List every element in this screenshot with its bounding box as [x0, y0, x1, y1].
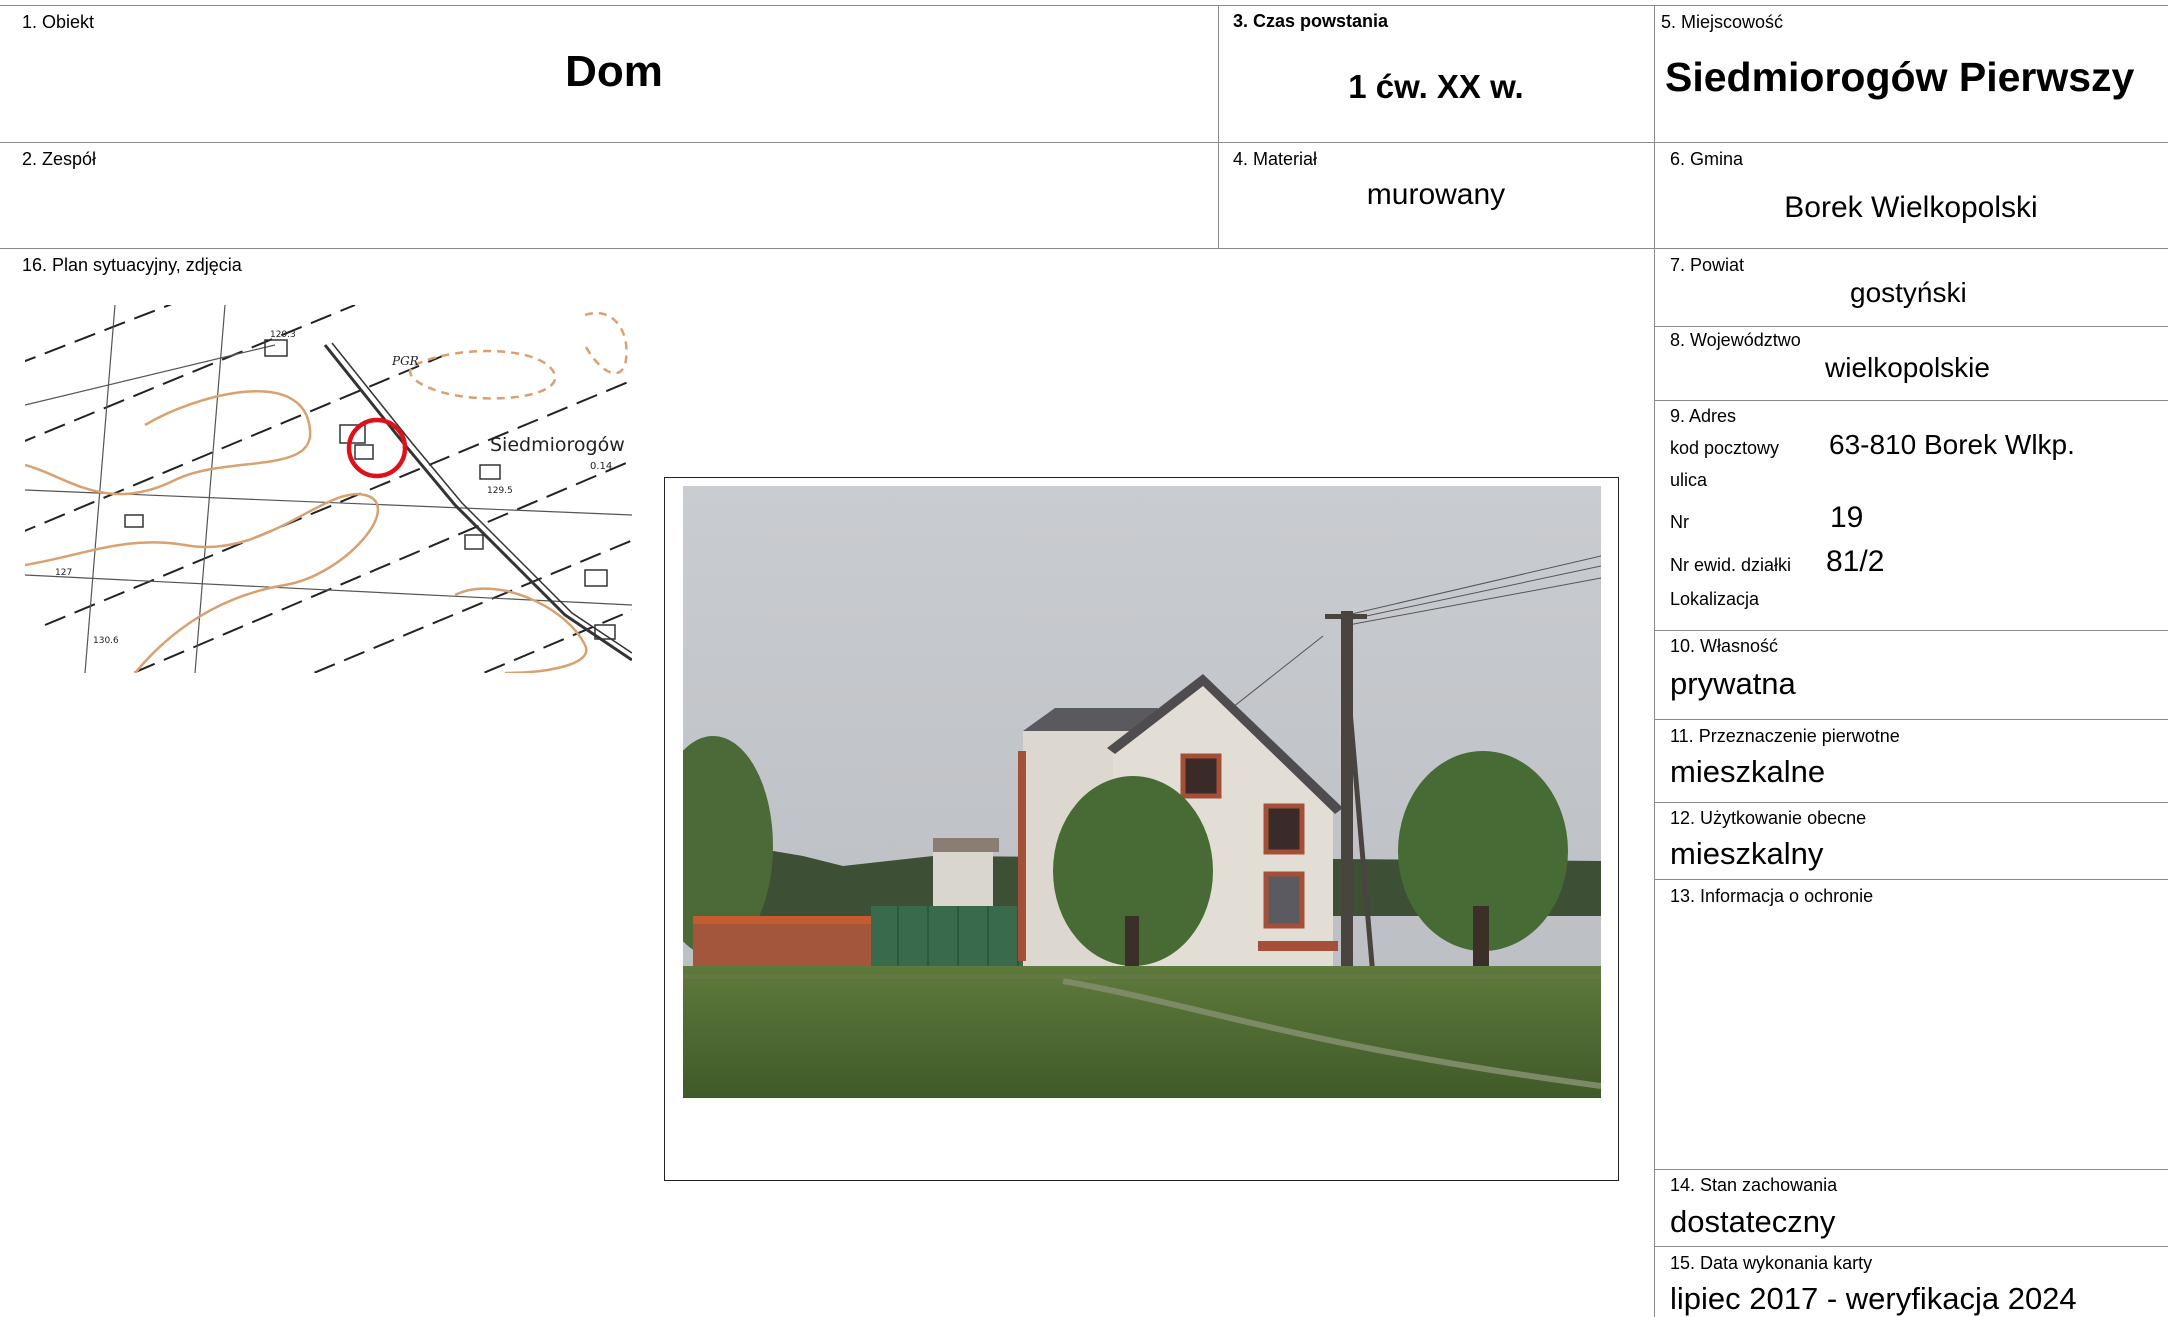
- czas-value: 1 ćw. XX w.: [1348, 68, 1524, 105]
- row-divider: [1654, 326, 2168, 327]
- kod-pocztowy-value: 63-810 Borek Wlkp.: [1829, 429, 2075, 460]
- data-label: 15. Data wykonania karty: [1670, 1253, 1873, 1273]
- przeznaczenie-value: mieszkalne: [1670, 754, 1826, 789]
- material-value: murowany: [1366, 178, 1506, 211]
- wlasnosc-value: prywatna: [1670, 666, 1796, 701]
- row-divider: [1654, 802, 2168, 803]
- lokalizacja-label: Lokalizacja: [1670, 589, 1760, 609]
- house-photo-image: [683, 486, 1601, 1098]
- przeznaczenie-label: 11. Przeznaczenie pierwotne: [1670, 726, 1900, 746]
- material-label: 4. Materiał: [1233, 149, 1318, 169]
- map-height-label: 127: [55, 568, 72, 578]
- kod-pocztowy-label: kod pocztowy: [1670, 438, 1780, 458]
- wlasnosc-label: 10. Własność: [1670, 636, 1779, 656]
- powiat-label: 7. Powiat: [1670, 255, 1745, 275]
- location-marker: [346, 417, 408, 479]
- wojewodztwo-label: 8. Województwo: [1670, 330, 1801, 350]
- map-height-label: 129.5: [487, 486, 513, 496]
- powiat-value: gostyński: [1850, 277, 1967, 308]
- map-pgr-label: PGR: [391, 354, 419, 368]
- adres-label: 9. Adres: [1670, 406, 1737, 426]
- uzytkowanie-label: 12. Użytkowanie obecne: [1670, 808, 1867, 828]
- map-height-label: 130.6: [93, 636, 119, 646]
- row-divider: [1654, 630, 2168, 631]
- miejscowosc-label: 5. Miejscowość: [1661, 12, 1784, 32]
- czas-label: 3. Czas powstania: [1233, 11, 1389, 31]
- ulica-label: ulica: [1670, 470, 1708, 490]
- situation-map: Siedmiorogów 0.14 PGR 129.3 129.5 130.6 …: [25, 305, 632, 673]
- ochrona-label: 13. Informacja o ochronie: [1670, 886, 1874, 906]
- map-height-label: 129.3: [270, 330, 296, 340]
- row-divider: [1654, 1169, 2168, 1170]
- data-value: lipiec 2017 - weryfikacja 2024: [1670, 1281, 2077, 1316]
- zespol-label: 2. Zespół: [22, 149, 97, 169]
- topographic-map: Siedmiorogów 0.14 PGR 129.3 129.5 130.6 …: [25, 305, 632, 673]
- row-divider: [1654, 719, 2168, 720]
- house-photo: [683, 486, 1601, 1098]
- stan-value: dostateczny: [1670, 1204, 1836, 1239]
- top-border: [0, 5, 2168, 6]
- miejscowosc-value: Siedmiorogów Pierwszy: [1665, 54, 2135, 100]
- wojewodztwo-value: wielkopolskie: [1825, 352, 1990, 383]
- stan-label: 14. Stan zachowania: [1670, 1175, 1838, 1195]
- row-divider: [1654, 879, 2168, 880]
- row-divider: [0, 248, 2168, 249]
- map-place-label: Siedmiorogów: [490, 434, 625, 456]
- row-divider: [1654, 1246, 2168, 1247]
- row-divider: [0, 142, 2168, 143]
- nr-label: Nr: [1670, 512, 1689, 532]
- nr-dzialki-label: Nr ewid. działki: [1670, 555, 1792, 575]
- plan-label: 16. Plan sytuacyjny, zdjęcia: [22, 255, 242, 275]
- obiekt-label: 1. Obiekt: [22, 12, 95, 32]
- row-divider: [1654, 400, 2168, 401]
- nr-value: 19: [1830, 501, 1864, 534]
- gmina-label: 6. Gmina: [1670, 149, 1744, 169]
- obiekt-value: Dom: [565, 47, 663, 96]
- map-small-label: 0.14: [590, 461, 612, 472]
- nr-dzialki-value: 81/2: [1826, 545, 1885, 578]
- uzytkowanie-value: mieszkalny: [1670, 836, 1824, 871]
- gmina-value: Borek Wielkopolski: [1784, 191, 2038, 224]
